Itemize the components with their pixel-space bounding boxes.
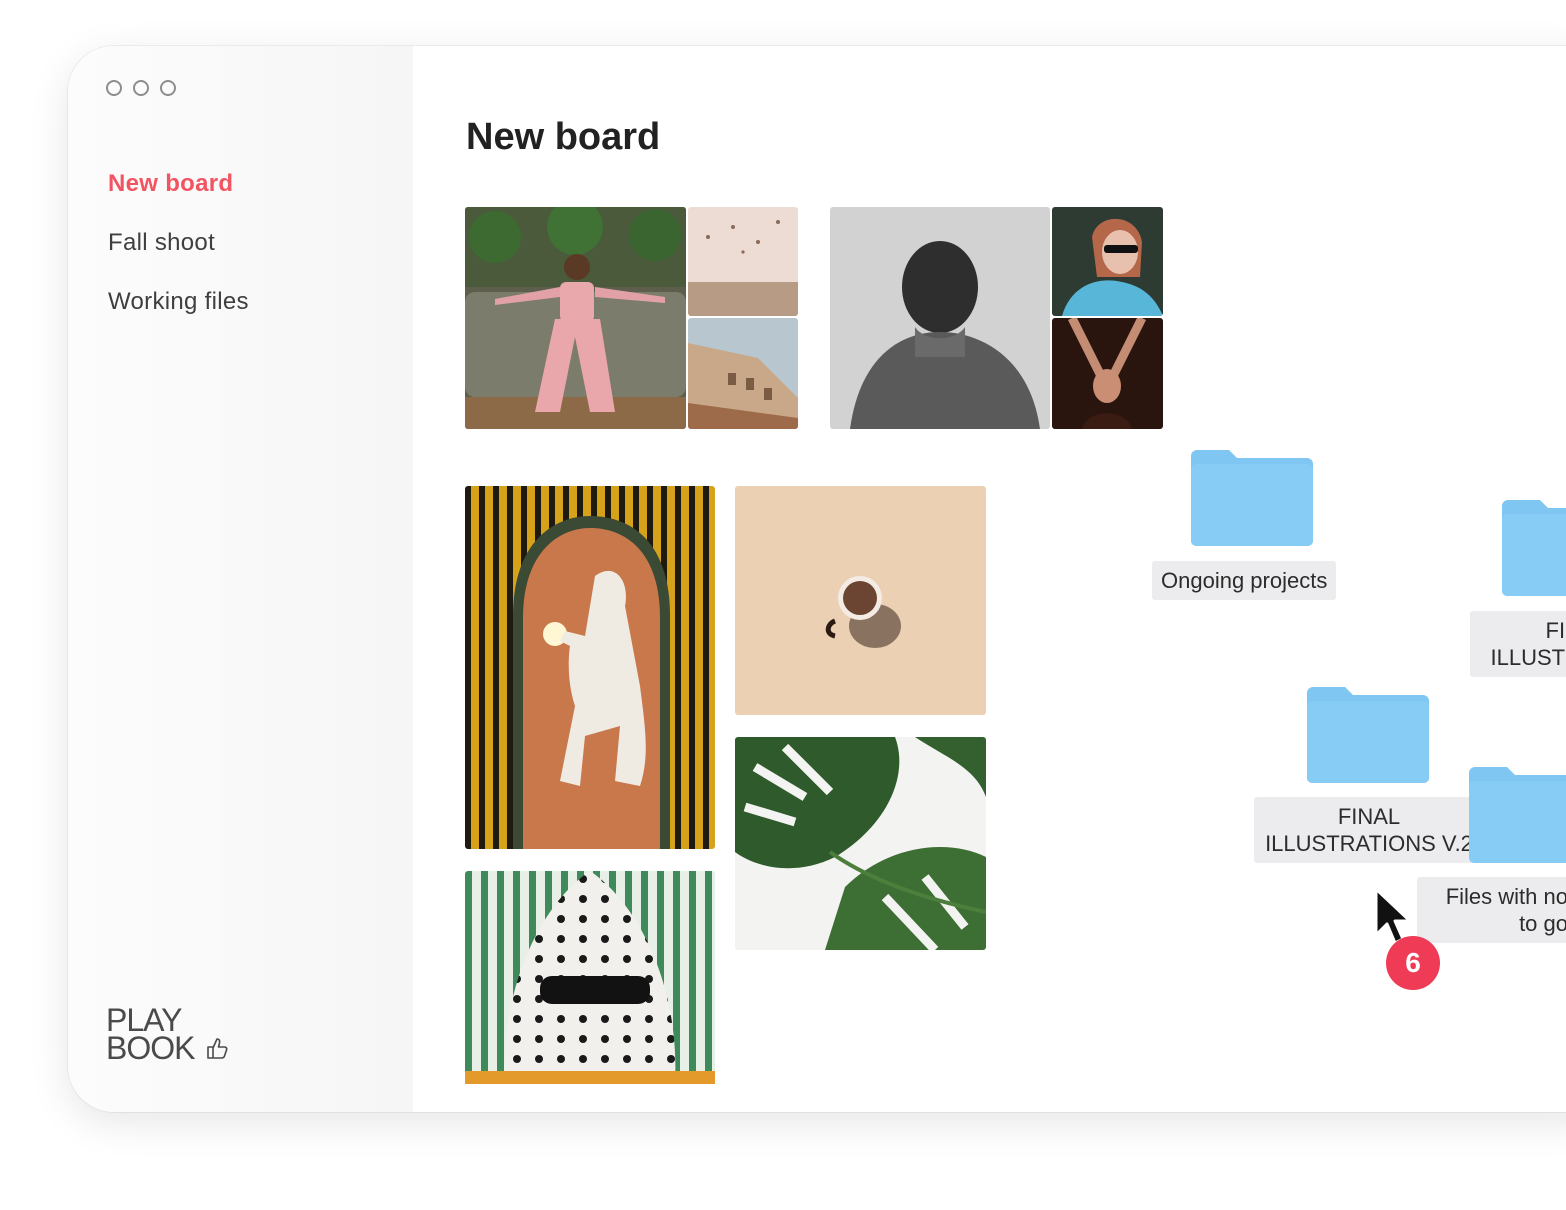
folder-icon-files-with-nowhere[interactable] — [1469, 767, 1566, 863]
folder-label-line: FIN — [1545, 618, 1566, 643]
sidebar: New board Fall shoot Working files PLAY … — [68, 46, 413, 1112]
nav-item-working-files[interactable]: Working files — [108, 288, 249, 347]
minimize-window-button[interactable] — [133, 80, 149, 96]
page-title: New board — [466, 116, 661, 158]
nav-item-fall-shoot[interactable]: Fall shoot — [108, 229, 249, 288]
logo-line-2: BOOK — [106, 1030, 195, 1066]
photo-monkey-lamp[interactable] — [465, 486, 715, 849]
folder-icon-ongoing-projects[interactable] — [1191, 450, 1313, 546]
folder-label-line: ILLUSTRATIONS V.2 — [1265, 831, 1473, 856]
folder-label-line: FINAL — [1337, 804, 1401, 829]
photo-building[interactable] — [688, 318, 798, 429]
folder-label-final-illustrations-v2[interactable]: FINAL ILLUSTRATIONS V.2 — [1254, 797, 1484, 863]
folder-label-files-with-nowhere[interactable]: Files with no to go — [1417, 877, 1566, 943]
app-window: New board Fall shoot Working files PLAY … — [68, 46, 1566, 1112]
folder-label-ongoing-projects[interactable]: Ongoing projects — [1152, 561, 1337, 600]
photo-woman-sunglasses[interactable] — [1052, 207, 1163, 316]
close-window-button[interactable] — [106, 80, 122, 96]
photo-woman-arms[interactable] — [1052, 318, 1163, 429]
folder-label-line: Files with no — [1445, 884, 1566, 909]
folder-icon-final-illustrations[interactable] — [1502, 500, 1566, 596]
photo-woman-sofa[interactable] — [465, 207, 686, 429]
board-nav: New board Fall shoot Working files — [108, 170, 249, 347]
photo-polka-dot-hood[interactable] — [465, 871, 715, 1084]
nav-item-new-board[interactable]: New board — [108, 170, 249, 229]
folder-icon-final-illustrations-v2[interactable] — [1307, 687, 1429, 783]
window-controls — [106, 80, 176, 96]
photo-man-portrait[interactable] — [830, 207, 1050, 429]
photo-monstera-leaf[interactable] — [735, 737, 986, 950]
folder-label-line: ILLUSTR — [1490, 645, 1566, 670]
playbook-logo: PLAY BOOK — [106, 1004, 228, 1066]
maximize-window-button[interactable] — [160, 80, 176, 96]
drag-count-badge: 6 — [1386, 936, 1440, 990]
photo-coffee-cup[interactable] — [735, 486, 986, 715]
photo-desert-balloons[interactable] — [688, 207, 798, 316]
folder-label-line: to go — [1519, 911, 1566, 936]
folder-label-final-illustrations[interactable]: FIN ILLUSTR — [1470, 611, 1566, 677]
thumbs-up-icon — [207, 1038, 228, 1059]
